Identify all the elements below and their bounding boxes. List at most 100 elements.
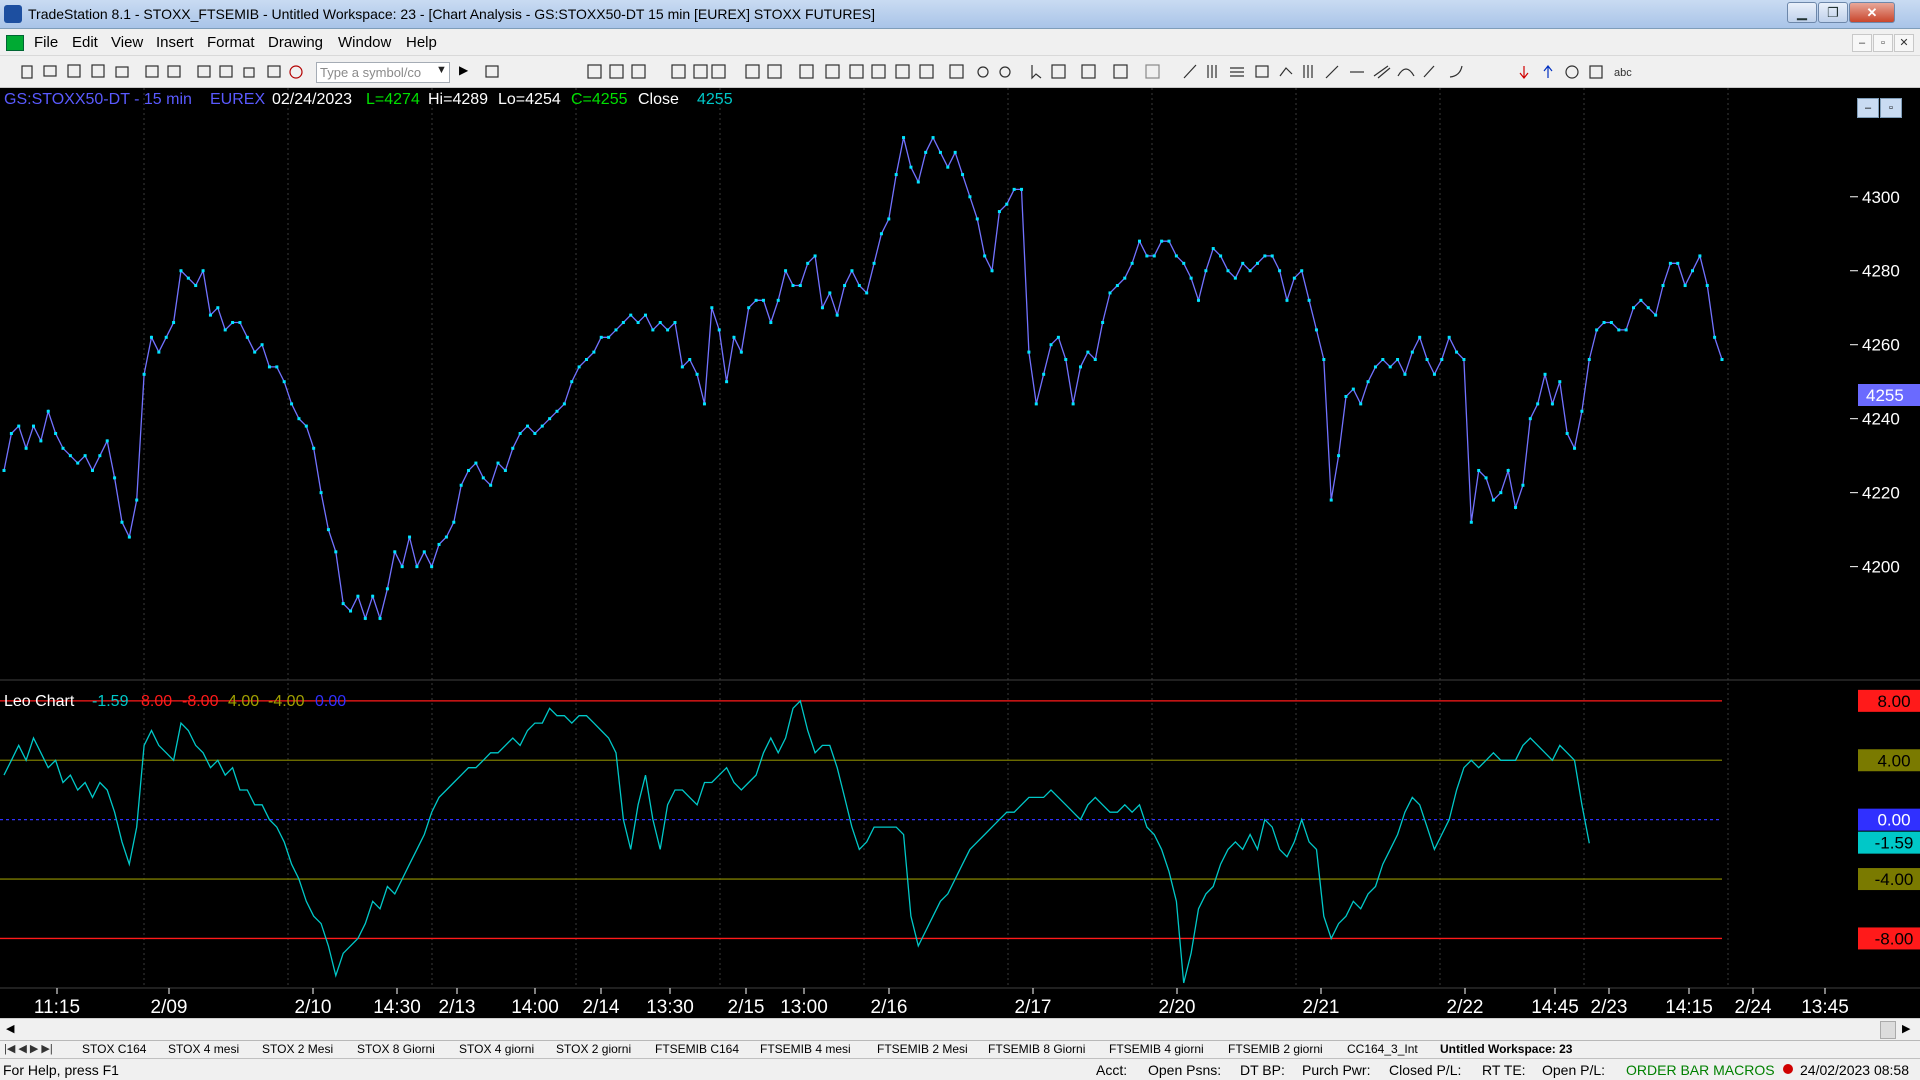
tab-ftsemib-2-mesi[interactable]: FTSEMIB 2 Mesi bbox=[877, 1042, 968, 1056]
tab-untitled-workspace[interactable]: Untitled Workspace: 23 bbox=[1440, 1042, 1572, 1056]
price-point bbox=[1086, 350, 1090, 354]
tab-nav-first-icon[interactable]: |◀ ◀ ▶ ▶| bbox=[4, 1042, 53, 1055]
time-tick-label: 14:00 bbox=[511, 997, 559, 1018]
price-point bbox=[17, 424, 21, 428]
price-point bbox=[1388, 365, 1392, 369]
symbol-dropdown-arrow-icon[interactable]: ▼ bbox=[436, 64, 447, 76]
price-point bbox=[1477, 468, 1481, 472]
price-point bbox=[1248, 269, 1252, 273]
chart-window-icon[interactable] bbox=[6, 35, 24, 51]
price-point bbox=[430, 565, 434, 569]
mdi-minimize-button[interactable]: – bbox=[1852, 34, 1872, 52]
toolbar: abc bbox=[0, 56, 1920, 88]
price-point bbox=[673, 321, 677, 325]
tab-stox-8-giorni[interactable]: STOX 8 Giorni bbox=[357, 1042, 435, 1056]
price-point bbox=[1241, 261, 1245, 265]
price-point bbox=[592, 350, 596, 354]
price-point bbox=[820, 306, 824, 310]
price-point bbox=[1160, 239, 1164, 243]
dotted-icon bbox=[1145, 64, 1160, 79]
price-point bbox=[1536, 402, 1540, 406]
menu-help[interactable]: Help bbox=[406, 34, 437, 51]
price-point bbox=[422, 550, 426, 554]
mdi-close-button[interactable]: ✕ bbox=[1894, 34, 1914, 52]
price-point bbox=[1145, 254, 1149, 258]
menu-window[interactable]: Window bbox=[338, 34, 391, 51]
price-point bbox=[850, 269, 854, 273]
price-point bbox=[459, 483, 463, 487]
menu-insert[interactable]: Insert bbox=[156, 34, 194, 51]
price-point bbox=[1337, 454, 1341, 458]
price-point bbox=[983, 254, 987, 258]
tab-cc164-3-int[interactable]: CC164_3_Int bbox=[1347, 1042, 1418, 1056]
price-point bbox=[83, 454, 87, 458]
price-point bbox=[1698, 254, 1702, 258]
price-point bbox=[98, 454, 102, 458]
symbol-input[interactable]: Type a symbol/co bbox=[316, 62, 450, 83]
scroll-right-icon[interactable]: ▶ bbox=[1902, 1022, 1910, 1035]
price-point bbox=[1167, 239, 1171, 243]
status-order-bar-macros[interactable]: ORDER BAR MACROS bbox=[1626, 1062, 1775, 1078]
price-point bbox=[1587, 358, 1591, 362]
tab-stox-4-mesi[interactable]: STOX 4 mesi bbox=[168, 1042, 239, 1056]
price-point bbox=[31, 424, 35, 428]
minimize-button[interactable]: ▁ bbox=[1787, 2, 1817, 23]
menu-edit[interactable]: Edit bbox=[72, 34, 98, 51]
menu-format[interactable]: Format bbox=[207, 34, 255, 51]
time-tick-label: 14:15 bbox=[1665, 997, 1713, 1018]
trendline-icon bbox=[1183, 64, 1197, 79]
tab-stox-2-mesi[interactable]: STOX 2 Mesi bbox=[262, 1042, 333, 1056]
price-point bbox=[245, 335, 249, 339]
price-point bbox=[39, 439, 43, 443]
price-point bbox=[1204, 269, 1208, 273]
price-point bbox=[1189, 276, 1193, 280]
arc-icon bbox=[1397, 68, 1415, 77]
price-point bbox=[562, 402, 566, 406]
pane-minimize-button[interactable]: – bbox=[1857, 98, 1879, 118]
price-point bbox=[1565, 431, 1569, 435]
horizontal-scrollbar[interactable]: ◀ ▶ bbox=[0, 1018, 1920, 1040]
price-point bbox=[1639, 298, 1643, 302]
horizontal-lines-icon bbox=[1230, 67, 1244, 77]
price-point bbox=[1300, 269, 1304, 273]
tab-ftsemib-4-giorni[interactable]: FTSEMIB 4 giorni bbox=[1109, 1042, 1204, 1056]
price-point bbox=[408, 535, 412, 539]
vertical-lines-icon bbox=[1207, 65, 1217, 78]
restore-button[interactable]: ❐ bbox=[1818, 2, 1848, 23]
close-button[interactable]: ✕ bbox=[1849, 2, 1895, 23]
price-point bbox=[1027, 350, 1031, 354]
tab-stox-c164[interactable]: STOX C164 bbox=[82, 1042, 146, 1056]
price-point bbox=[1632, 306, 1636, 310]
tradestation-app-icon bbox=[4, 5, 22, 23]
play-arrow-icon[interactable]: ▶ bbox=[459, 63, 468, 77]
pane-restore-button[interactable]: ▫ bbox=[1880, 98, 1902, 118]
price-point bbox=[172, 321, 176, 325]
scroll-left-icon[interactable]: ◀ bbox=[6, 1022, 14, 1035]
chart-area[interactable]: 4200 4220 4240 4260 4280 4300 8.00 4.00 0.00 -1.… bbox=[0, 88, 1920, 1028]
tab-ftsemib-c164[interactable]: FTSEMIB C164 bbox=[655, 1042, 739, 1056]
price-point bbox=[791, 284, 795, 288]
price-point bbox=[1079, 365, 1083, 369]
price-point bbox=[164, 335, 168, 339]
tab-ftsemib-8-giorni[interactable]: FTSEMIB 8 Giorni bbox=[988, 1042, 1085, 1056]
price-point bbox=[879, 232, 883, 236]
tab-stox-4-giorni[interactable]: STOX 4 giorni bbox=[459, 1042, 534, 1056]
price-point bbox=[1101, 321, 1105, 325]
time-tick-label: 2/14 bbox=[583, 997, 620, 1018]
mdi-restore-button[interactable]: ▫ bbox=[1873, 34, 1893, 52]
scroll-thumb[interactable] bbox=[1880, 1021, 1896, 1039]
price-point bbox=[1020, 187, 1024, 191]
tab-ftsemib-2-giorni[interactable]: FTSEMIB 2 giorni bbox=[1228, 1042, 1323, 1056]
price-point bbox=[319, 491, 323, 495]
tab-stox-2-giorni[interactable]: STOX 2 giorni bbox=[556, 1042, 631, 1056]
menu-view[interactable]: View bbox=[111, 34, 143, 51]
menu-file[interactable]: File bbox=[34, 34, 58, 51]
chart-svg[interactable]: 4200 4220 4240 4260 4280 4300 8.00 4.00 0.00 -1.… bbox=[0, 88, 1920, 1028]
channel-icon bbox=[1373, 65, 1391, 79]
tab-ftsemib-4-mesi[interactable]: FTSEMIB 4 mesi bbox=[760, 1042, 851, 1056]
price-point bbox=[415, 565, 419, 569]
price-point bbox=[1278, 269, 1282, 273]
price-point bbox=[1255, 261, 1259, 265]
menu-drawing[interactable]: Drawing bbox=[268, 34, 323, 51]
price-point bbox=[1329, 498, 1333, 502]
